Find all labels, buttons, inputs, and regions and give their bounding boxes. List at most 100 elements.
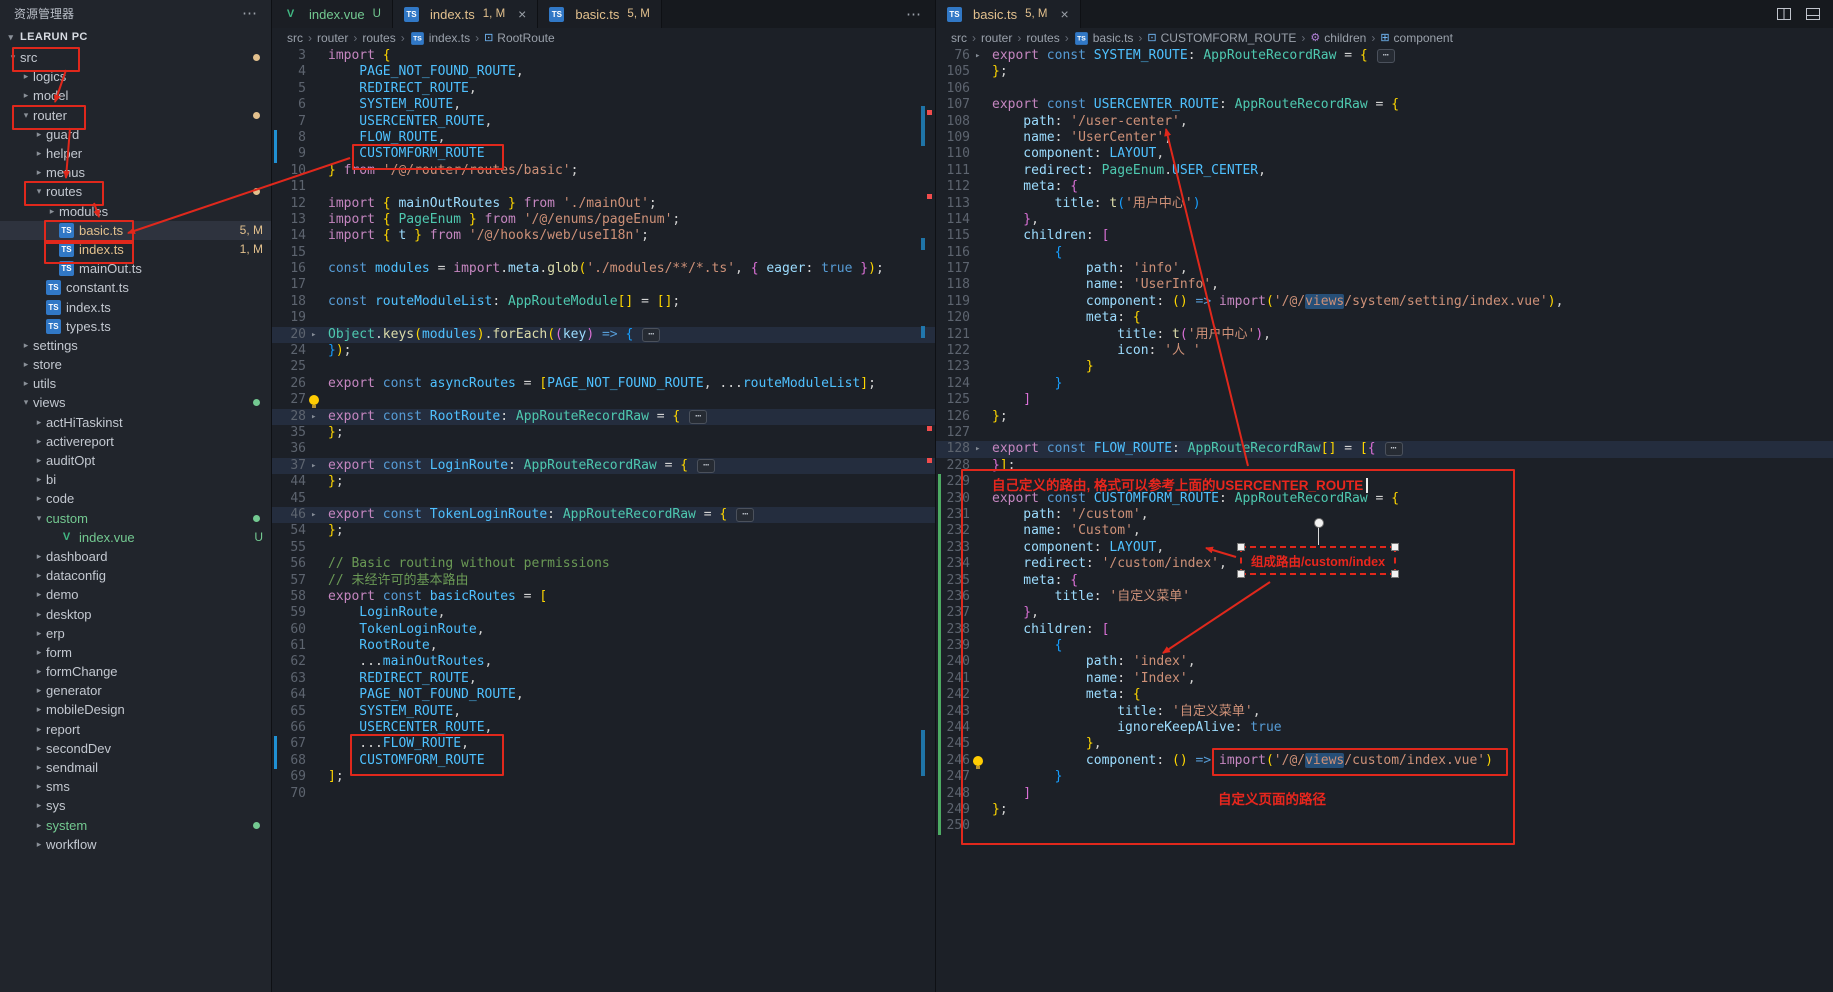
code-line-57[interactable]: 57// 未经许可的基本路由 — [272, 573, 935, 589]
code-line-128[interactable]: 128▸export const FLOW_ROUTE: AppRouteRec… — [936, 441, 1833, 457]
lightbulb-icon[interactable] — [309, 395, 319, 405]
code-line-59[interactable]: 59 LoginRoute, — [272, 605, 935, 621]
code-line-240[interactable]: 240 path: 'index', — [936, 654, 1833, 670]
tree-item-sendmail[interactable]: ▸sendmail — [0, 758, 271, 777]
close-icon[interactable]: × — [518, 7, 526, 21]
folded-code-badge[interactable]: ⋯ — [689, 410, 707, 424]
code-line-11[interactable]: 11 — [272, 179, 935, 195]
code-line-17[interactable]: 17 — [272, 277, 935, 293]
code-line-241[interactable]: 241 name: 'Index', — [936, 671, 1833, 687]
tree-item-types.ts[interactable]: TStypes.ts — [0, 317, 271, 336]
tree-item-actHiTaskinst[interactable]: ▸actHiTaskinst — [0, 413, 271, 432]
breadcrumb-item-basic.ts[interactable]: TSbasic.ts — [1074, 31, 1134, 46]
tree-item-menus[interactable]: ▸menus — [0, 163, 271, 182]
code-line-76[interactable]: 76▸export const SYSTEM_ROUTE: AppRouteRe… — [936, 48, 1833, 64]
tree-item-store[interactable]: ▸store — [0, 355, 271, 374]
tree-item-index.ts[interactable]: TSindex.ts1, M — [0, 240, 271, 259]
code-line-8[interactable]: 8 FLOW_ROUTE, — [272, 130, 935, 146]
tree-item-custom[interactable]: ▾custom — [0, 509, 271, 528]
code-line-6[interactable]: 6 SYSTEM_ROUTE, — [272, 97, 935, 113]
code-line-45[interactable]: 45 — [272, 491, 935, 507]
code-line-66[interactable]: 66 USERCENTER_ROUTE, — [272, 720, 935, 736]
code-line-114[interactable]: 114 }, — [936, 212, 1833, 228]
breadcrumb-item-component[interactable]: ⊞component — [1380, 31, 1453, 45]
code-line-107[interactable]: 107export const USERCENTER_ROUTE: AppRou… — [936, 97, 1833, 113]
tree-item-mobileDesign[interactable]: ▸mobileDesign — [0, 700, 271, 719]
breadcrumb-item-src[interactable]: src — [287, 31, 303, 45]
code-line-242[interactable]: 242 meta: { — [936, 687, 1833, 703]
code-line-115[interactable]: 115 children: [ — [936, 228, 1833, 244]
explorer-more-icon[interactable]: ⋯ — [242, 4, 257, 22]
tab-basic.ts[interactable]: TSbasic.ts5, M — [538, 0, 661, 28]
tree-item-index.ts[interactable]: TSindex.ts — [0, 297, 271, 316]
code-line-113[interactable]: 113 title: t('用户中心') — [936, 196, 1833, 212]
tab-index.ts[interactable]: TSindex.ts1, M× — [393, 0, 538, 28]
breadcrumb-item-RootRoute[interactable]: ⊡RootRoute — [484, 31, 555, 45]
tree-item-system[interactable]: ▸system — [0, 816, 271, 835]
code-line-118[interactable]: 118 name: 'UserInfo', — [936, 277, 1833, 293]
code-line-36[interactable]: 36 — [272, 441, 935, 457]
code-line-9[interactable]: 9 CUSTOMFORM_ROUTE — [272, 146, 935, 162]
tree-item-src[interactable]: ▾src — [0, 48, 271, 67]
code-line-46[interactable]: 46▸export const TokenLoginRoute: AppRout… — [272, 507, 935, 523]
code-line-61[interactable]: 61 RootRoute, — [272, 638, 935, 654]
code-line-28[interactable]: 28▸export const RootRoute: AppRouteRecor… — [272, 409, 935, 425]
code-line-239[interactable]: 239 { — [936, 638, 1833, 654]
tree-item-sys[interactable]: ▸sys — [0, 796, 271, 815]
breadcrumb-item-index.ts[interactable]: TSindex.ts — [410, 31, 470, 46]
code-line-109[interactable]: 109 name: 'UserCenter', — [936, 130, 1833, 146]
code-editor-basic-ts[interactable]: 76▸export const SYSTEM_ROUTE: AppRouteRe… — [936, 48, 1833, 992]
code-line-119[interactable]: 119 component: () => import('/@/views/sy… — [936, 294, 1833, 310]
tab-index.vue[interactable]: Vindex.vueU — [272, 0, 393, 28]
code-line-127[interactable]: 127 — [936, 425, 1833, 441]
code-line-122[interactable]: 122 icon: '人 ' — [936, 343, 1833, 359]
code-line-20[interactable]: 20▸Object.keys(modules).forEach((key) =>… — [272, 327, 935, 343]
code-line-54[interactable]: 54}; — [272, 523, 935, 539]
tree-item-router[interactable]: ▾router — [0, 106, 271, 125]
split-editor-icon[interactable] — [1776, 6, 1792, 22]
code-line-67[interactable]: 67 ...FLOW_ROUTE, — [272, 736, 935, 752]
tree-item-workflow[interactable]: ▸workflow — [0, 835, 271, 854]
code-line-105[interactable]: 105}; — [936, 64, 1833, 80]
code-line-62[interactable]: 62 ...mainOutRoutes, — [272, 654, 935, 670]
code-line-65[interactable]: 65 SYSTEM_ROUTE, — [272, 704, 935, 720]
code-line-247[interactable]: 247 } — [936, 769, 1833, 785]
code-line-126[interactable]: 126}; — [936, 409, 1833, 425]
code-line-123[interactable]: 123 } — [936, 359, 1833, 375]
code-line-13[interactable]: 13import { PageEnum } from '/@/enums/pag… — [272, 212, 935, 228]
tree-item-guard[interactable]: ▸guard — [0, 125, 271, 144]
code-line-111[interactable]: 111 redirect: PageEnum.USER_CENTER, — [936, 163, 1833, 179]
code-editor-index-ts[interactable]: 3import {4 PAGE_NOT_FOUND_ROUTE,5 REDIRE… — [272, 48, 935, 992]
code-line-112[interactable]: 112 meta: { — [936, 179, 1833, 195]
fold-chevron-icon[interactable]: ▸ — [311, 458, 316, 474]
code-line-25[interactable]: 25 — [272, 359, 935, 375]
code-line-248[interactable]: 248 ] — [936, 786, 1833, 802]
fold-chevron-icon[interactable]: ▸ — [975, 441, 980, 457]
code-line-68[interactable]: 68 CUSTOMFORM_ROUTE — [272, 753, 935, 769]
breadcrumb-item-routes[interactable]: routes — [362, 31, 395, 45]
code-line-236[interactable]: 236 title: '自定义菜单' — [936, 589, 1833, 605]
tab-basic.ts[interactable]: TSbasic.ts5, M× — [936, 0, 1081, 28]
code-line-7[interactable]: 7 USERCENTER_ROUTE, — [272, 114, 935, 130]
tree-item-routes[interactable]: ▾routes — [0, 182, 271, 201]
code-line-125[interactable]: 125 ] — [936, 392, 1833, 408]
code-line-19[interactable]: 19 — [272, 310, 935, 326]
tree-item-sms[interactable]: ▸sms — [0, 777, 271, 796]
tree-item-constant.ts[interactable]: TSconstant.ts — [0, 278, 271, 297]
tree-item-logics[interactable]: ▸logics — [0, 67, 271, 86]
tree-item-views[interactable]: ▾views — [0, 393, 271, 412]
code-line-237[interactable]: 237 }, — [936, 605, 1833, 621]
code-line-228[interactable]: 228}]; — [936, 458, 1833, 474]
code-line-238[interactable]: 238 children: [ — [936, 622, 1833, 638]
code-line-124[interactable]: 124 } — [936, 376, 1833, 392]
breadcrumb-item-router[interactable]: router — [317, 31, 348, 45]
tree-item-secondDev[interactable]: ▸secondDev — [0, 739, 271, 758]
tree-item-dataconfig[interactable]: ▸dataconfig — [0, 566, 271, 585]
code-line-35[interactable]: 35}; — [272, 425, 935, 441]
code-line-230[interactable]: 230export const CUSTOMFORM_ROUTE: AppRou… — [936, 491, 1833, 507]
code-line-110[interactable]: 110 component: LAYOUT, — [936, 146, 1833, 162]
explorer-section-header[interactable]: ▾ LEARUN PC — [0, 26, 271, 48]
code-line-246[interactable]: 246 component: () => import('/@/views/cu… — [936, 753, 1833, 769]
code-line-37[interactable]: 37▸export const LoginRoute: AppRouteReco… — [272, 458, 935, 474]
code-line-18[interactable]: 18const routeModuleList: AppRouteModule[… — [272, 294, 935, 310]
